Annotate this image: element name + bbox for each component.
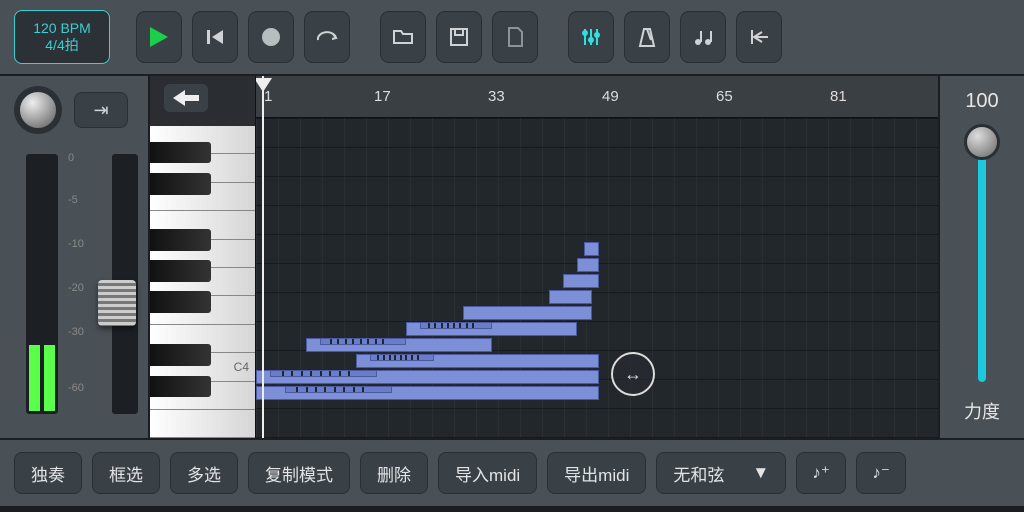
midi-note[interactable]: [285, 386, 392, 393]
notes-icon: [692, 27, 714, 47]
velocity-slider[interactable]: [964, 124, 1000, 160]
save-icon: [449, 27, 469, 47]
record-icon: [262, 28, 280, 46]
rewind-button[interactable]: [192, 11, 238, 63]
multi-select-button[interactable]: 多选: [170, 452, 238, 494]
piano-keyboard: C4: [150, 76, 256, 438]
note-add-button[interactable]: ♪⁺: [796, 452, 846, 494]
loop-button[interactable]: [304, 11, 350, 63]
folder-icon: [392, 28, 414, 46]
route-icon: ⇥: [93, 100, 108, 121]
snap-button[interactable]: [736, 11, 782, 63]
bottom-toolbar: 独奏 框选 多选 复制模式 删除 导入midi 导出midi 无和弦 ▼ ♪⁺ …: [0, 438, 1024, 506]
delete-button[interactable]: 删除: [360, 452, 428, 494]
metronome-button[interactable]: [624, 11, 670, 63]
back-arrow-icon: [173, 90, 199, 106]
ruler-tick: 65: [716, 88, 733, 105]
route-button[interactable]: ⇥: [74, 92, 128, 128]
fader-area: 0 -5 -10 -20 -30 -60: [12, 150, 142, 428]
midi-note[interactable]: [563, 274, 599, 288]
pan-knob[interactable]: [14, 86, 62, 134]
note-clips[interactable]: [256, 118, 938, 438]
bar-ruler[interactable]: 1 17 33 49 65 81 97: [256, 76, 938, 118]
box-select-button[interactable]: 框选: [92, 452, 160, 494]
chord-select[interactable]: 无和弦 ▼: [656, 452, 786, 494]
midi-note[interactable]: [420, 322, 491, 329]
level-meter: [26, 154, 58, 414]
quantize-button[interactable]: [680, 11, 726, 63]
channel-strip: ⇥ 0 -5 -10 -20 -30 -60: [0, 76, 150, 438]
snap-start-icon: [748, 27, 770, 47]
horiz-arrows-icon: ↔: [624, 364, 642, 385]
file-icon: [506, 26, 524, 48]
midi-note[interactable]: [270, 370, 377, 377]
midi-note[interactable]: [463, 306, 592, 320]
back-button[interactable]: [164, 84, 208, 112]
import-midi-button[interactable]: 导入midi: [438, 452, 537, 494]
sliders-icon: [580, 26, 602, 48]
velocity-label: 力度: [940, 398, 1024, 424]
ruler-tick: 81: [830, 88, 847, 105]
copy-mode-button[interactable]: 复制模式: [248, 452, 350, 494]
save-button[interactable]: [436, 11, 482, 63]
bpm-text: 120 BPM: [33, 20, 91, 37]
midi-note[interactable]: [370, 354, 434, 361]
play-button[interactable]: [136, 11, 182, 63]
open-button[interactable]: [380, 11, 426, 63]
chord-select-label: 无和弦: [673, 461, 724, 486]
tempo-display[interactable]: 120 BPM 4/4拍: [14, 10, 110, 64]
top-toolbar: 120 BPM 4/4拍: [0, 0, 1024, 76]
skip-start-icon: [205, 27, 225, 47]
play-icon: [148, 25, 170, 49]
key-label-c4: C4: [234, 360, 249, 374]
mixer-button[interactable]: [568, 11, 614, 63]
velocity-value: 100: [940, 90, 1024, 113]
chevron-down-icon: ▼: [752, 463, 769, 483]
piano-keys[interactable]: C4: [150, 126, 255, 438]
note-minus-icon: ♪⁻: [872, 463, 889, 483]
editor-area: ⇥ 0 -5 -10 -20 -30 -60 C4: [0, 76, 1024, 438]
metronome-icon: [637, 26, 657, 48]
playhead[interactable]: [262, 76, 264, 438]
midi-note[interactable]: [584, 242, 598, 256]
solo-button[interactable]: 独奏: [14, 452, 82, 494]
ruler-tick: 33: [488, 88, 505, 105]
export-midi-button[interactable]: 导出midi: [547, 452, 646, 494]
record-button[interactable]: [248, 11, 294, 63]
ruler-tick: 49: [602, 88, 619, 105]
midi-note[interactable]: [549, 290, 592, 304]
zoom-handle[interactable]: ↔: [611, 352, 655, 396]
midi-note[interactable]: [577, 258, 598, 272]
timesig-text: 4/4拍: [45, 37, 78, 54]
ruler-tick: 17: [374, 88, 391, 105]
velocity-panel: 100 力度: [938, 76, 1024, 438]
volume-fader[interactable]: [98, 280, 136, 326]
note-remove-button[interactable]: ♪⁻: [856, 452, 906, 494]
loop-icon: [315, 28, 339, 46]
piano-roll[interactable]: 1 17 33 49 65 81 97 ↔: [256, 76, 938, 438]
velocity-track: [978, 136, 986, 382]
midi-note[interactable]: [320, 338, 406, 345]
note-plus-icon: ♪⁺: [812, 463, 829, 483]
new-file-button[interactable]: [492, 11, 538, 63]
